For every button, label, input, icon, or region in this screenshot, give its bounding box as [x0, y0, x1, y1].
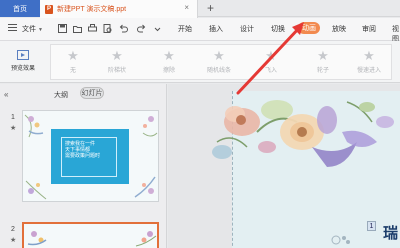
effect-label: 阶梯状 [107, 68, 126, 74]
preview-effect-button[interactable]: 预览效果 [4, 44, 42, 80]
animation-gallery: ★ 无 ★ 阶梯状 ★ 擦除 ★ 随机线条 ★ 飞入 ★ 轮子 ★ 慢速进入 [50, 44, 392, 80]
effect-wipe[interactable]: ★ 擦除 [149, 47, 189, 74]
star-icon: ★ [317, 48, 329, 63]
star-icon: ★ [213, 48, 225, 63]
animation-ribbon: 预览效果 ★ 无 ★ 阶梯状 ★ 擦除 ★ 随机线条 ★ 飞入 ★ 轮子 ★ 慢… [0, 41, 400, 83]
print-preview-icon[interactable] [103, 24, 112, 33]
play-preview-icon [17, 50, 29, 60]
effect-label: 擦除 [162, 68, 175, 74]
star-icon: ★ [67, 48, 79, 63]
board-line: 需要政策问题时 [65, 153, 101, 159]
collapse-panel-icon[interactable]: « [4, 90, 8, 99]
chevron-down-icon: ▼ [38, 27, 43, 33]
file-menu-label: 文件 [22, 26, 36, 33]
slide-title-fragment[interactable]: 瑞 [383, 222, 398, 243]
effect-fly-in[interactable]: ★ 飞入 [251, 47, 291, 74]
file-menu[interactable]: 文件 ▼ [22, 24, 43, 34]
tab-review[interactable]: 审阅 [362, 24, 376, 34]
slide-number: 2 [11, 226, 15, 233]
page-number-badge: 1 [367, 221, 376, 231]
slide-board-graphic: 搜索我在一件 天下事情都 需要政策问题时 [51, 129, 129, 184]
animation-star-icon: ★ [10, 237, 17, 244]
document-tab-label: 新建PPT 演示文稿.ppt [57, 6, 127, 13]
effect-stairs[interactable]: ★ 阶梯状 [97, 47, 137, 74]
slide-thumbnail-2[interactable] [22, 222, 159, 248]
animation-star-icon: ★ [10, 125, 17, 132]
effect-slow-in[interactable]: ★ 慢速进入 [349, 47, 389, 74]
tab-animation[interactable]: 动画 [298, 22, 320, 34]
undo-icon[interactable] [119, 24, 128, 33]
preview-effect-label: 预览效果 [10, 66, 35, 72]
star-icon: ★ [363, 48, 375, 63]
slide-board-text: 搜索我在一件 天下事情都 需要政策问题时 [61, 137, 117, 177]
star-icon: ★ [265, 48, 277, 63]
tab-slideshow[interactable]: 放映 [332, 24, 346, 34]
star-icon: ★ [163, 48, 175, 63]
watermark-icon [330, 233, 376, 247]
effect-none[interactable]: ★ 无 [53, 47, 93, 74]
print-icon[interactable] [88, 24, 97, 33]
slide-number: 1 [11, 114, 15, 121]
effect-label: 随机线条 [206, 68, 231, 74]
slide-thumbnail-1[interactable]: 搜索我在一件 天下事情都 需要政策问题时 [22, 110, 159, 202]
tab-outline[interactable]: 大纲 [54, 90, 68, 100]
star-icon: ★ [111, 48, 123, 63]
document-tab[interactable]: P 新建PPT 演示文稿.ppt × [40, 0, 198, 18]
effect-label: 飞入 [264, 68, 277, 74]
redo-icon[interactable] [137, 24, 146, 33]
effect-wheel[interactable]: ★ 轮子 [303, 47, 343, 74]
effect-random-bars[interactable]: ★ 随机线条 [199, 47, 239, 74]
new-tab-button[interactable]: + [207, 1, 214, 15]
effect-label: 慢速进入 [356, 68, 381, 74]
tab-transition[interactable]: 切换 [271, 24, 285, 34]
tab-home[interactable]: 开始 [178, 24, 192, 34]
save-icon[interactable] [58, 24, 67, 33]
menu-bar: 文件 ▼ 开始 插入 设计 切换 动画 放映 审阅 视图 [0, 18, 400, 43]
tab-slides[interactable]: 幻灯片 [80, 87, 104, 99]
more-options-icon[interactable] [153, 24, 162, 33]
tab-insert[interactable]: 插入 [209, 24, 223, 34]
open-folder-icon[interactable] [73, 24, 82, 33]
ppt-file-icon: P [45, 4, 53, 14]
effect-label: 轮子 [316, 68, 329, 74]
home-tab[interactable]: 首页 [0, 0, 40, 17]
close-tab-icon[interactable]: × [184, 3, 189, 12]
floral-decoration [212, 100, 394, 167]
title-bar: 首页 P 新建PPT 演示文稿.ppt × + [0, 0, 400, 18]
tab-design[interactable]: 设计 [240, 24, 254, 34]
effect-label: 无 [69, 68, 76, 74]
hamburger-icon[interactable] [8, 24, 17, 25]
